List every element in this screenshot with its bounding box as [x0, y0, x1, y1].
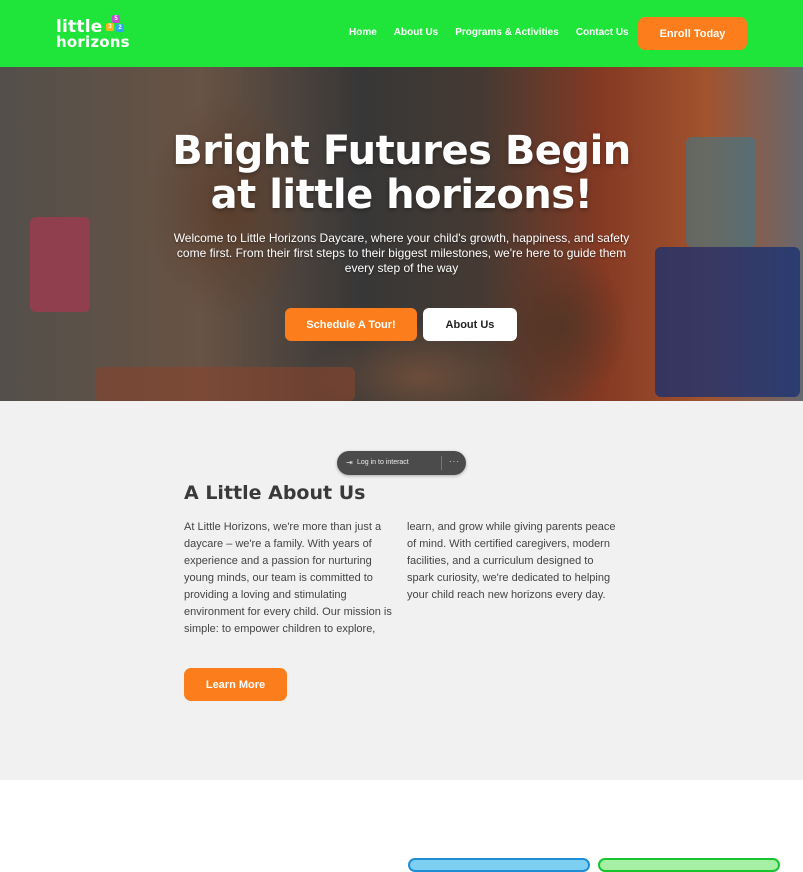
nav-programs-activities[interactable]: Programs & Activities	[455, 27, 559, 38]
programs-section	[0, 780, 803, 872]
about-us-button[interactable]: About Us	[423, 308, 517, 341]
nav-home[interactable]: Home	[349, 27, 377, 38]
brand-logo[interactable]: little 5 3 2 horizons	[56, 15, 136, 51]
about-text-column-2: learn, and grow while giving parents pea…	[407, 521, 616, 601]
about-section: ⇥ Log in to interact ··· A Little About …	[0, 401, 803, 780]
enroll-today-button[interactable]: Enroll Today	[638, 17, 747, 50]
main-nav: Home About Us Programs & Activities Cont…	[349, 27, 646, 38]
more-options-icon[interactable]: ···	[449, 457, 460, 466]
logo-block-3: 2	[116, 24, 124, 32]
site-header: little 5 3 2 horizons Home About Us Prog…	[0, 0, 803, 67]
hero-section: Bright Futures Begin at little horizons!…	[0, 67, 803, 401]
program-card-green[interactable]	[598, 858, 780, 872]
logo-block-2: 3	[106, 23, 114, 31]
nav-about-us[interactable]: About Us	[394, 27, 438, 38]
login-to-interact-pill[interactable]: ⇥ Log in to interact ···	[337, 451, 466, 475]
logo-word-horizons: horizons	[56, 33, 130, 51]
schedule-tour-button[interactable]: Schedule A Tour!	[285, 308, 417, 341]
about-title: A Little About Us	[184, 482, 366, 504]
login-label: Log in to interact	[357, 459, 409, 466]
hero-title-line2: at little horizons!	[210, 172, 593, 218]
pill-divider	[441, 456, 442, 470]
hero-title-line1: Bright Futures Begin	[172, 128, 631, 174]
logo-block-1: 5	[112, 15, 120, 23]
learn-more-button[interactable]: Learn More	[184, 668, 287, 701]
nav-contact-us[interactable]: Contact Us	[576, 27, 629, 38]
hero-subtitle: Welcome to Little Horizons Daycare, wher…	[173, 231, 630, 275]
about-text-column-1: At Little Horizons, we're more than just…	[184, 521, 392, 635]
program-card-blue[interactable]	[408, 858, 590, 872]
hero-title: Bright Futures Begin at little horizons!	[0, 129, 803, 217]
login-icon: ⇥	[346, 458, 353, 467]
